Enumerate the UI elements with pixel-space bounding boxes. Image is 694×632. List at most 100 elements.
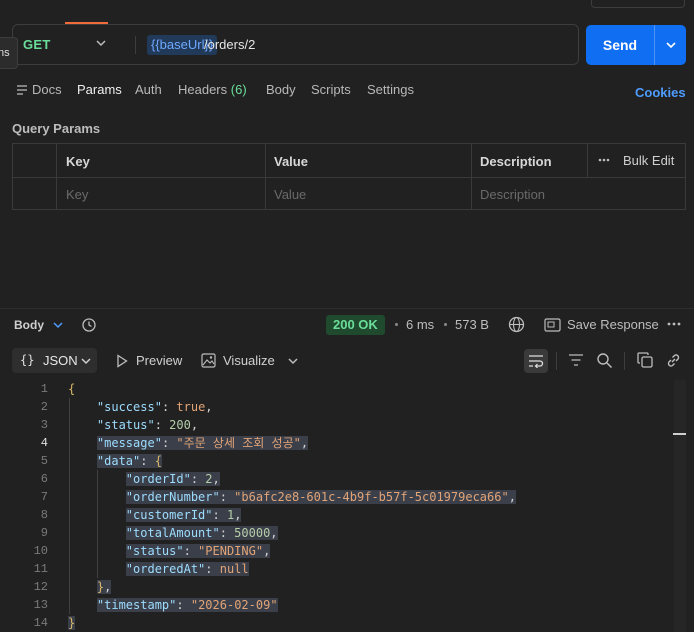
tab-body[interactable]: Body [266, 82, 296, 97]
code-text: "orderNumber": "b6afc2e8-601c-4b9f-b57f-… [125, 490, 516, 504]
method-select[interactable]: GET [23, 37, 51, 52]
response-size[interactable]: 573 B [455, 317, 489, 332]
line-number: 5 [40, 454, 48, 468]
code-text: "orderId": 2, [125, 472, 220, 486]
wrap-lines-button[interactable] [524, 349, 548, 373]
headers-count: (6) [230, 82, 247, 97]
more-icon[interactable] [667, 322, 681, 326]
code-text: "totalAmount": 50000, [125, 526, 278, 540]
cookies-link[interactable]: Cookies [635, 85, 686, 100]
url-divider [135, 36, 136, 54]
more-icon[interactable] [598, 158, 610, 162]
preview-button[interactable]: Preview [136, 353, 182, 368]
code-text: "status": "PENDING", [125, 544, 271, 558]
code-line: 14} [0, 614, 694, 632]
response-body-editor[interactable]: 1{2 "success": true, 3 "status": 200, 4 "m… [0, 380, 694, 632]
send-split [654, 25, 655, 65]
code-text: } [68, 616, 76, 630]
tab-docs-label: Docs [32, 82, 62, 97]
code-text: "timestamp": "2026-02-09" [96, 598, 278, 612]
status-badge[interactable]: 200 OK [326, 315, 385, 335]
side-tab-fragment[interactable]: ns [0, 37, 18, 69]
description-input[interactable]: Description [480, 187, 545, 202]
query-params-table: Key Value Description Bulk Edit Key Valu… [12, 143, 686, 210]
line-number: 6 [40, 472, 48, 486]
table-divider [587, 144, 588, 177]
url-path[interactable]: /orders/2 [204, 35, 255, 55]
key-input[interactable]: Key [66, 187, 88, 202]
image-icon[interactable] [201, 353, 216, 368]
play-icon[interactable] [116, 354, 128, 368]
column-header-key: Key [66, 154, 90, 169]
chevron-down-icon[interactable] [664, 38, 678, 52]
tab-scripts[interactable]: Scripts [311, 82, 351, 97]
copy-icon[interactable] [637, 352, 653, 368]
side-tab-label: ns [0, 47, 10, 59]
braces-icon: {} [20, 353, 35, 367]
tab-headers[interactable]: Headers (6) [178, 82, 247, 97]
code-line: 10 "status": "PENDING", [0, 542, 694, 560]
tab-settings[interactable]: Settings [367, 82, 414, 97]
toolbar-divider [556, 352, 557, 370]
line-number: 8 [40, 508, 48, 522]
editor-scrollbar[interactable] [674, 380, 686, 632]
line-number: 11 [33, 562, 48, 576]
visualize-button[interactable]: Visualize [223, 353, 275, 368]
code-text: "success": true, [96, 400, 213, 414]
tab-auth[interactable]: Auth [135, 82, 162, 97]
send-button[interactable]: Send [586, 25, 686, 65]
code-text: "status": 200, [96, 418, 199, 432]
chevron-down-icon[interactable] [95, 36, 107, 50]
chevron-down-icon[interactable] [52, 319, 64, 331]
search-icon[interactable] [596, 352, 613, 369]
code-line: 11 "orderedAt": null [0, 560, 694, 578]
table-divider [13, 177, 685, 178]
response-body-label: Body [14, 318, 44, 332]
column-header-value: Value [274, 154, 308, 169]
table-divider [265, 144, 266, 209]
toolbar-divider [624, 352, 625, 370]
globe-icon[interactable] [508, 316, 525, 333]
tab-headers-label: Headers [178, 82, 228, 97]
line-number: 13 [33, 598, 48, 612]
response-time[interactable]: 6 ms [406, 317, 434, 332]
filter-icon[interactable] [568, 353, 584, 367]
value-input[interactable]: Value [274, 187, 306, 202]
column-header-description: Description [480, 154, 552, 169]
line-number: 14 [33, 616, 48, 630]
query-params-title: Query Params [12, 121, 101, 136]
send-label: Send [602, 37, 638, 53]
format-label: JSON [43, 353, 78, 368]
code-line: 2 "success": true, [0, 398, 694, 416]
history-icon[interactable] [81, 317, 97, 333]
code-line: 4 "message": "주문 상세 조회 성공", [0, 434, 694, 452]
docs-icon [17, 85, 27, 95]
separator-dot [395, 323, 398, 326]
code-text: "message": "주문 상세 조회 성공", [96, 436, 309, 450]
code-text: { [68, 382, 76, 396]
code-line: 7 "orderNumber": "b6afc2e8-601c-4b9f-b57… [0, 488, 694, 506]
tab-params[interactable]: Params [77, 82, 122, 97]
code-line: 9 "totalAmount": 50000, [0, 524, 694, 542]
code-text: "orderedAt": null [125, 562, 249, 576]
line-number: 9 [40, 526, 48, 540]
url-bar: GET {{baseUrl}} /orders/2 [12, 24, 579, 65]
separator-dot [444, 323, 447, 326]
save-icon[interactable] [544, 318, 561, 332]
code-line: 1{ [0, 380, 694, 398]
bulk-edit-button[interactable]: Bulk Edit [623, 153, 674, 168]
code-text: "data": { [96, 454, 162, 468]
active-tab-indicator [65, 22, 108, 24]
line-number: 2 [40, 400, 48, 414]
code-line: 13 "timestamp": "2026-02-09" [0, 596, 694, 614]
code-line: 5 "data": { [0, 452, 694, 470]
chevron-down-icon [81, 358, 91, 365]
table-divider [471, 144, 472, 209]
save-response-button[interactable]: Save Response [567, 317, 659, 332]
chevron-down-icon[interactable] [287, 355, 299, 367]
top-partial-button[interactable] [591, 0, 685, 8]
wrap-icon [529, 355, 544, 368]
scrollbar-marker [673, 433, 686, 435]
format-select[interactable]: {} JSON [12, 348, 97, 373]
link-icon[interactable] [665, 352, 682, 369]
